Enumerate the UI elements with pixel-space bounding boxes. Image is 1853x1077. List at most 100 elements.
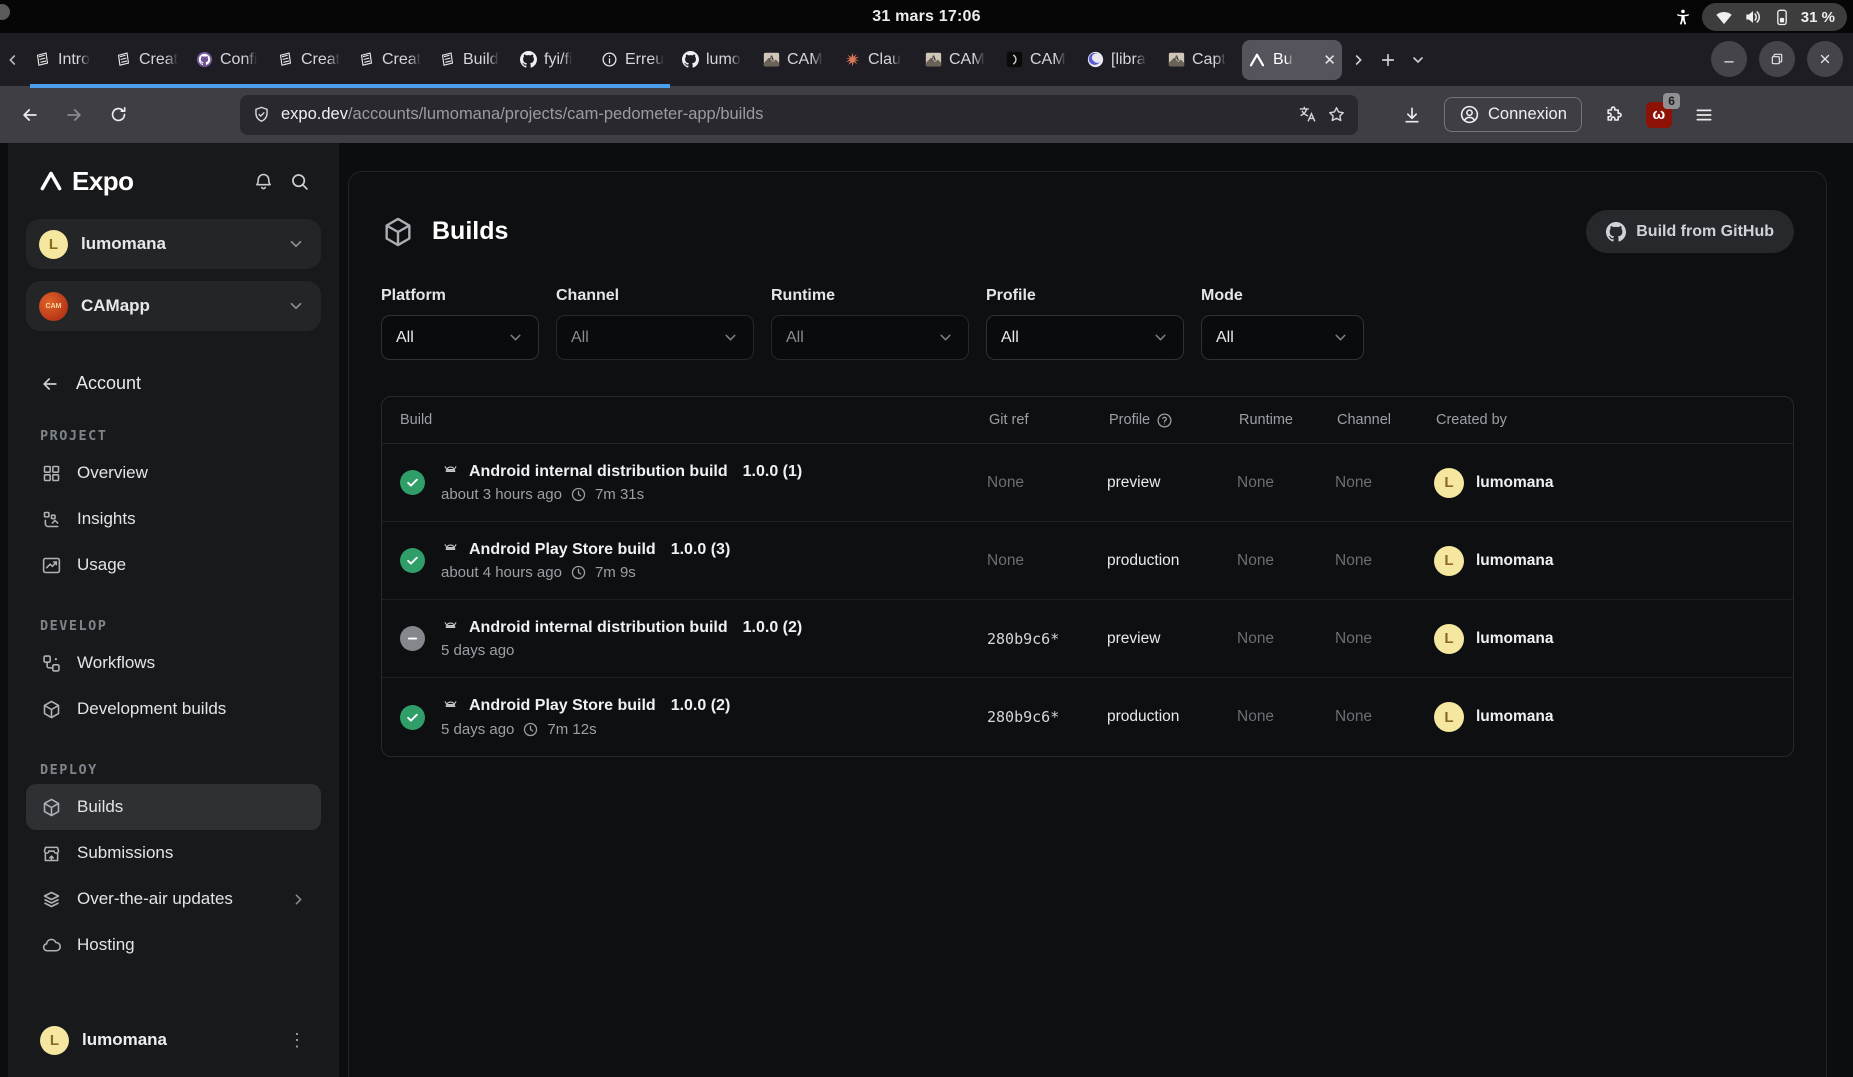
tab-title: Capt [1192, 51, 1226, 69]
more-options-icon[interactable]: ⋮ [288, 1030, 307, 1051]
creator-name[interactable]: lumomana [1476, 708, 1554, 726]
footer-avatar: L [40, 1026, 69, 1055]
filter-label: Mode [1201, 287, 1364, 305]
sidebar-item-over-the-air-updates[interactable]: Over-the-air updates [26, 876, 321, 922]
build-title[interactable]: Android internal distribution build [469, 463, 728, 481]
creator-name[interactable]: lumomana [1476, 630, 1554, 648]
cell-git-ref: None [987, 552, 1107, 570]
browser-tab-4[interactable]: Creat [270, 40, 349, 80]
project-selector[interactable]: CAM CAMapp [26, 281, 321, 331]
search-icon[interactable] [281, 163, 317, 199]
filter-value: All [1001, 329, 1019, 347]
browser-tab-14[interactable]: [libra [1080, 40, 1159, 80]
creator-avatar: L [1434, 468, 1464, 498]
build-row-2[interactable]: Android Play Store build1.0.0 (3)about 4… [382, 522, 1793, 600]
sidebar-item-overview[interactable]: Overview [26, 450, 321, 496]
signin-button[interactable]: Connexion [1444, 97, 1582, 132]
tab-close-icon[interactable]: ✕ [1323, 51, 1336, 69]
downloads-icon[interactable] [1394, 97, 1430, 133]
new-tab-button[interactable] [1373, 45, 1403, 75]
window-minimize-button[interactable] [1711, 41, 1747, 77]
sidebar-item-builds[interactable]: Builds [26, 784, 321, 830]
filter-runtime: RuntimeAll [771, 287, 969, 360]
translate-icon[interactable] [1298, 105, 1317, 124]
browser-tab-11[interactable]: Clau [837, 40, 916, 80]
github-icon [1606, 222, 1626, 242]
window-close-button[interactable] [1807, 41, 1843, 77]
tab-title: Build [463, 51, 499, 69]
browser-tab-7[interactable]: fyi/fi [513, 40, 592, 80]
browser-tab-12[interactable]: ACAM [918, 40, 997, 80]
site-security-shield-icon[interactable] [252, 105, 271, 124]
filter-profile-select[interactable]: All [986, 315, 1184, 360]
build-title[interactable]: Android Play Store build [469, 541, 656, 559]
build-from-github-button[interactable]: Build from GitHub [1586, 210, 1794, 253]
col-header-profile: Profile [1107, 412, 1237, 429]
sidebar-item-submissions[interactable]: Submissions [26, 830, 321, 876]
browser-tab-1[interactable]: Intro [27, 40, 106, 80]
sidebar-footer-user[interactable]: L lumomana ⋮ [26, 1017, 321, 1063]
browser-tab-2[interactable]: Creat [108, 40, 187, 80]
sidebar-item-label: Builds [77, 797, 123, 817]
chevron-down-icon [1152, 329, 1169, 346]
build-row-3[interactable]: Android internal distribution build1.0.0… [382, 600, 1793, 678]
system-status-pill[interactable]: 31 % [1702, 3, 1847, 31]
sidebar-item-insights[interactable]: Insights [26, 496, 321, 542]
browser-tab-8[interactable]: Erreu [594, 40, 673, 80]
striped-pages-icon [276, 51, 294, 69]
filter-value: All [1216, 329, 1234, 347]
build-time: about 3 hours ago [441, 486, 562, 503]
expo-logo[interactable]: Expo [38, 166, 134, 197]
help-question-icon[interactable] [1156, 412, 1173, 429]
reload-button[interactable] [100, 97, 136, 133]
cell-runtime: None [1237, 708, 1335, 726]
window-restore-button[interactable] [1759, 41, 1795, 77]
tab-list-dropdown-icon[interactable] [1403, 45, 1433, 75]
browser-tab-6[interactable]: Build [432, 40, 511, 80]
filter-platform-select[interactable]: All [381, 315, 539, 360]
tab-scroll-left-icon[interactable] [0, 52, 26, 68]
build-title[interactable]: Android internal distribution build [469, 619, 728, 637]
cell-git-ref: None [987, 474, 1107, 492]
sidebar-item-usage[interactable]: Usage [26, 542, 321, 588]
cell-created-by: Llumomana [1434, 624, 1793, 654]
browser-tab-13[interactable]: CAM [999, 40, 1078, 80]
menu-hamburger-icon[interactable] [1686, 97, 1722, 133]
forward-button[interactable] [56, 97, 92, 133]
browser-tab-3[interactable]: Confi [189, 40, 268, 80]
filter-runtime-select[interactable]: All [771, 315, 969, 360]
page-title-text: Builds [432, 217, 508, 246]
tab-title: Intro [58, 51, 90, 69]
account-selector[interactable]: L lumomana [26, 219, 321, 269]
back-to-account-link[interactable]: Account [26, 359, 321, 398]
sidebar-item-hosting[interactable]: Hosting [26, 922, 321, 968]
filter-mode-select[interactable]: All [1201, 315, 1364, 360]
purple-swirl-icon [1086, 51, 1104, 69]
build-title[interactable]: Android Play Store build [469, 697, 656, 715]
extensions-puzzle-icon[interactable] [1596, 97, 1632, 133]
creator-name[interactable]: lumomana [1476, 552, 1554, 570]
footer-username: lumomana [82, 1030, 275, 1050]
sidebar-item-workflows[interactable]: Workflows [26, 640, 321, 686]
browser-tab-16-active[interactable]: Bu✕ [1242, 40, 1342, 80]
adblock-extension-icon[interactable]: ω 6 [1646, 102, 1672, 128]
build-row-4[interactable]: Android Play Store build1.0.0 (2)5 days … [382, 678, 1793, 756]
browser-tab-15[interactable]: ACapt [1161, 40, 1240, 80]
sidebar-item-development-builds[interactable]: Development builds [26, 686, 321, 732]
creator-name[interactable]: lumomana [1476, 474, 1554, 492]
chevron-down-icon [507, 329, 524, 346]
notifications-bell-icon[interactable] [245, 163, 281, 199]
accessibility-person-icon[interactable] [1674, 8, 1692, 26]
system-clock[interactable]: 31 mars 17:06 [0, 0, 1853, 33]
back-button[interactable] [12, 97, 48, 133]
bookmark-star-icon[interactable] [1327, 105, 1346, 124]
build-time: 5 days ago [441, 721, 514, 738]
browser-tab-10[interactable]: ACAM [756, 40, 835, 80]
tab-scroll-right-icon[interactable] [1343, 45, 1373, 75]
browser-tab-5[interactable]: Creat [351, 40, 430, 80]
browser-tab-9[interactable]: lumo [675, 40, 754, 80]
build-row-1[interactable]: Android internal distribution build1.0.0… [382, 444, 1793, 522]
filter-channel-select[interactable]: All [556, 315, 754, 360]
address-bar[interactable]: expo.dev/accounts/lumomana/projects/cam-… [240, 95, 1358, 135]
clock-icon [570, 564, 587, 581]
